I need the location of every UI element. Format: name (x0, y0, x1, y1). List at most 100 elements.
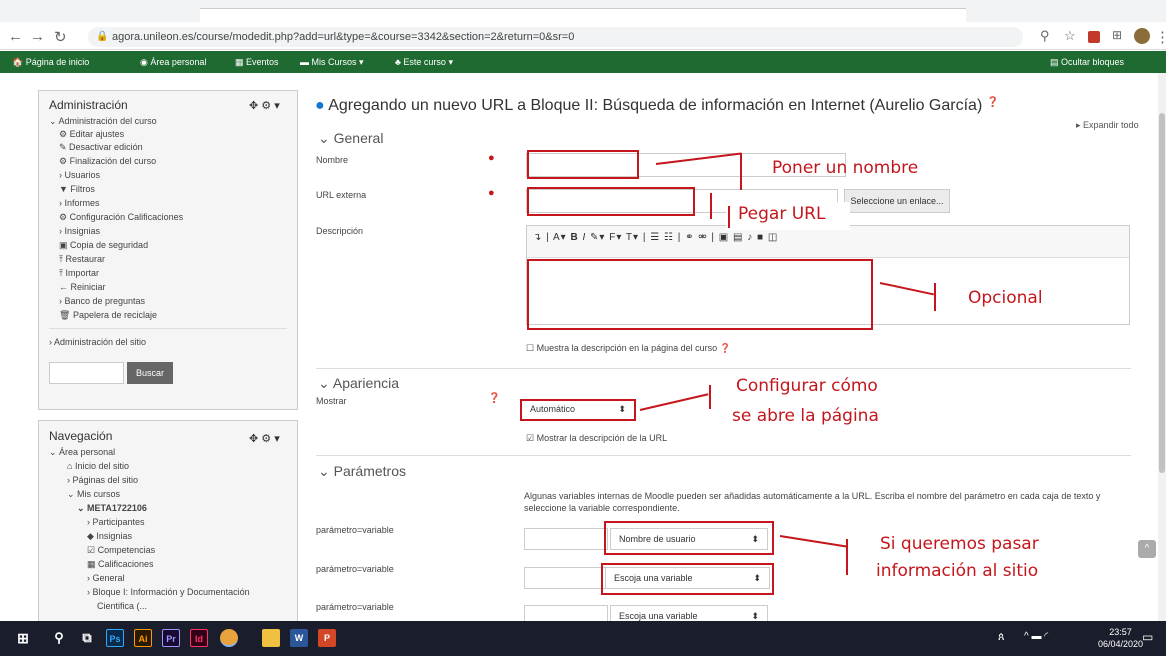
admin-item[interactable]: › Informes (59, 198, 100, 208)
scrollbar-thumb[interactable] (1159, 113, 1165, 473)
show-url-desc-checkbox[interactable]: ☑ Mostrar la descripción de la URL (526, 433, 667, 444)
chrome-icon[interactable] (220, 629, 238, 647)
indesign-icon[interactable]: Id (190, 629, 208, 647)
param-name-input[interactable] (524, 567, 608, 589)
admin-item[interactable]: › Insignias (59, 226, 100, 236)
extension-icon[interactable] (1088, 31, 1100, 43)
help-icon[interactable]: ❓ (720, 343, 731, 353)
highlight-box (604, 521, 774, 555)
nav-item[interactable]: ▦ Calificaciones (87, 559, 154, 570)
clock-time: 23:57 (1109, 627, 1132, 637)
nav-block-title: Navegación (49, 429, 113, 443)
param-name-input[interactable] (524, 605, 608, 621)
annotation-display-1: Configurar cómo (736, 376, 878, 396)
search-button[interactable]: Buscar (127, 362, 173, 384)
url-field[interactable]: 🔒 agora.unileon.es/course/modedit.php?ad… (88, 27, 1023, 47)
moodle-navbar: 🏠 Página de inicio ◉ Área personal ▦ Eve… (0, 51, 1166, 73)
word-icon[interactable]: W (290, 629, 308, 647)
annotation-line (639, 393, 709, 411)
block-actions-icon[interactable]: ✥ ⚙ ▾ (249, 99, 280, 112)
admin-item[interactable]: ⚙ Finalización del curso (59, 156, 156, 167)
clock-date: 06/04/2020 (1098, 639, 1144, 649)
hide-blocks-button[interactable]: ▤ Ocultar bloques (1050, 57, 1124, 68)
choose-link-button[interactable]: Seleccione un enlace... (844, 189, 950, 213)
divider (316, 368, 1131, 369)
section-appearance[interactable]: ⌄ Apariencia (318, 375, 399, 392)
site-admin-link[interactable]: › Administración del sitio (49, 337, 146, 347)
nav-this-course[interactable]: ♣ Este curso ▾ (395, 57, 453, 68)
profile-avatar[interactable] (1134, 28, 1150, 44)
section-params[interactable]: ⌄ Parámetros (318, 463, 406, 480)
nav-item[interactable]: › General (87, 573, 125, 583)
nav-courses[interactable]: ▬ Mis Cursos ▾ (300, 57, 364, 68)
forward-icon[interactable]: → (30, 28, 45, 45)
nav-events[interactable]: ▦ Eventos (235, 57, 279, 68)
section-general[interactable]: ⌄ General (318, 130, 383, 147)
illustrator-icon[interactable]: Ai (134, 629, 152, 647)
divider (316, 455, 1131, 456)
help-icon[interactable]: ❓ (987, 97, 999, 108)
show-desc-checkbox[interactable]: ☐ Muestra la descripción en la página de… (526, 343, 731, 354)
star-icon[interactable]: ☆ (1064, 28, 1076, 44)
param-variable-select[interactable]: Escoja una variable ⬍ (610, 605, 768, 621)
admin-item[interactable]: › Usuarios (59, 170, 100, 180)
zoom-icon[interactable]: ⚲ (1040, 28, 1050, 44)
admin-item[interactable]: ⤒ Restaurar (59, 254, 105, 265)
nav-home[interactable]: 🏠 Página de inicio (12, 57, 89, 68)
photoshop-icon[interactable]: Ps (106, 629, 124, 647)
nav-item[interactable]: ⌂ Inicio del sitio (67, 461, 129, 471)
admin-item[interactable]: ▣ Copia de seguridad (59, 240, 148, 251)
help-icon[interactable]: ❓ (488, 393, 500, 404)
premiere-icon[interactable]: Pr (162, 629, 180, 647)
block-actions-icon[interactable]: ✥ ⚙ ▾ (249, 432, 280, 445)
required-icon: ● (488, 187, 495, 199)
admin-item[interactable]: ⚙ Editar ajustes (59, 129, 124, 140)
back-icon[interactable]: ← (8, 28, 23, 45)
admin-item[interactable]: ← Reiniciar (59, 282, 106, 292)
task-view-icon[interactable]: ⧉ (78, 629, 96, 647)
powerpoint-icon[interactable]: P (318, 629, 336, 647)
nav-personal[interactable]: ◉ Área personal (140, 57, 206, 68)
clock[interactable]: 23:57 06/04/2020 (1098, 626, 1143, 650)
search-icon[interactable]: ⚲ (50, 629, 68, 647)
admin-item-label: Configuración Calificaciones (69, 212, 184, 222)
admin-item[interactable]: ⚙ Configuración Calificaciones (59, 212, 183, 223)
admin-item[interactable]: ✎ Desactivar edición (59, 142, 143, 153)
nav-item[interactable]: ⌄ META1722106 (77, 503, 147, 514)
admin-item[interactable]: ▼ Filtros (59, 184, 95, 194)
param-label: parámetro=variable (316, 602, 394, 612)
people-icon[interactable]: ጰ (998, 631, 1005, 644)
search-input[interactable] (49, 362, 124, 384)
nav-item[interactable]: › Participantes (87, 517, 145, 527)
nav-item[interactable]: › Bloque I: Información y Documentación (87, 587, 250, 597)
apps-icon[interactable]: ⊞ (1112, 28, 1122, 42)
admin-item[interactable]: 🗑 Papelera de reciclaje (59, 310, 157, 321)
nav-item-label: Bloque I: Información y Documentación (92, 587, 250, 597)
nav-item[interactable]: ⌄ Mis cursos (67, 489, 120, 500)
param-name-input[interactable] (524, 528, 608, 550)
browser-tab[interactable] (200, 8, 966, 22)
nav-item[interactable]: › Páginas del sitio (67, 475, 138, 485)
expand-all-link[interactable]: ▸ Expandir todo (1076, 120, 1139, 131)
reload-icon[interactable]: ↻ (54, 28, 67, 46)
page-scrollbar[interactable] (1158, 73, 1166, 621)
nav-item[interactable]: ◆ Insignias (87, 531, 132, 542)
nav-courses-label: Mis Cursos ▾ (311, 57, 364, 67)
admin-item[interactable]: ⌄ Administración del curso (49, 116, 157, 127)
nav-item[interactable]: Cientifica (... (97, 601, 147, 611)
nav-item[interactable]: ☑ Competencias (87, 545, 155, 556)
nav-item[interactable]: ⌄ Área personal (49, 447, 115, 458)
scroll-top-button[interactable]: ^ (1138, 540, 1156, 558)
nav-item-label: Participantes (92, 517, 145, 527)
admin-item-label: Editar ajustes (69, 129, 125, 139)
menu-icon[interactable]: ⋮ (1155, 28, 1166, 46)
annotation-line (710, 193, 712, 219)
tray-icons[interactable]: ^ ▬ ◜ (1024, 631, 1048, 642)
editor-buttons[interactable]: ↴ | A▾ B I ✎▾ F▾ T▾ | ☰ ☷ | ⚭ ⚮ | ▣ ▤ ♪ … (533, 232, 778, 243)
notification-icon[interactable]: ▭ (1142, 630, 1153, 644)
params-help-text: Algunas variables internas de Moodle pue… (524, 491, 1101, 513)
admin-item[interactable]: › Banco de preguntas (59, 296, 145, 306)
file-explorer-icon[interactable] (262, 629, 280, 647)
windows-start-icon[interactable]: ⊞ (14, 629, 32, 647)
admin-item[interactable]: ⤒ Importar (59, 268, 99, 279)
